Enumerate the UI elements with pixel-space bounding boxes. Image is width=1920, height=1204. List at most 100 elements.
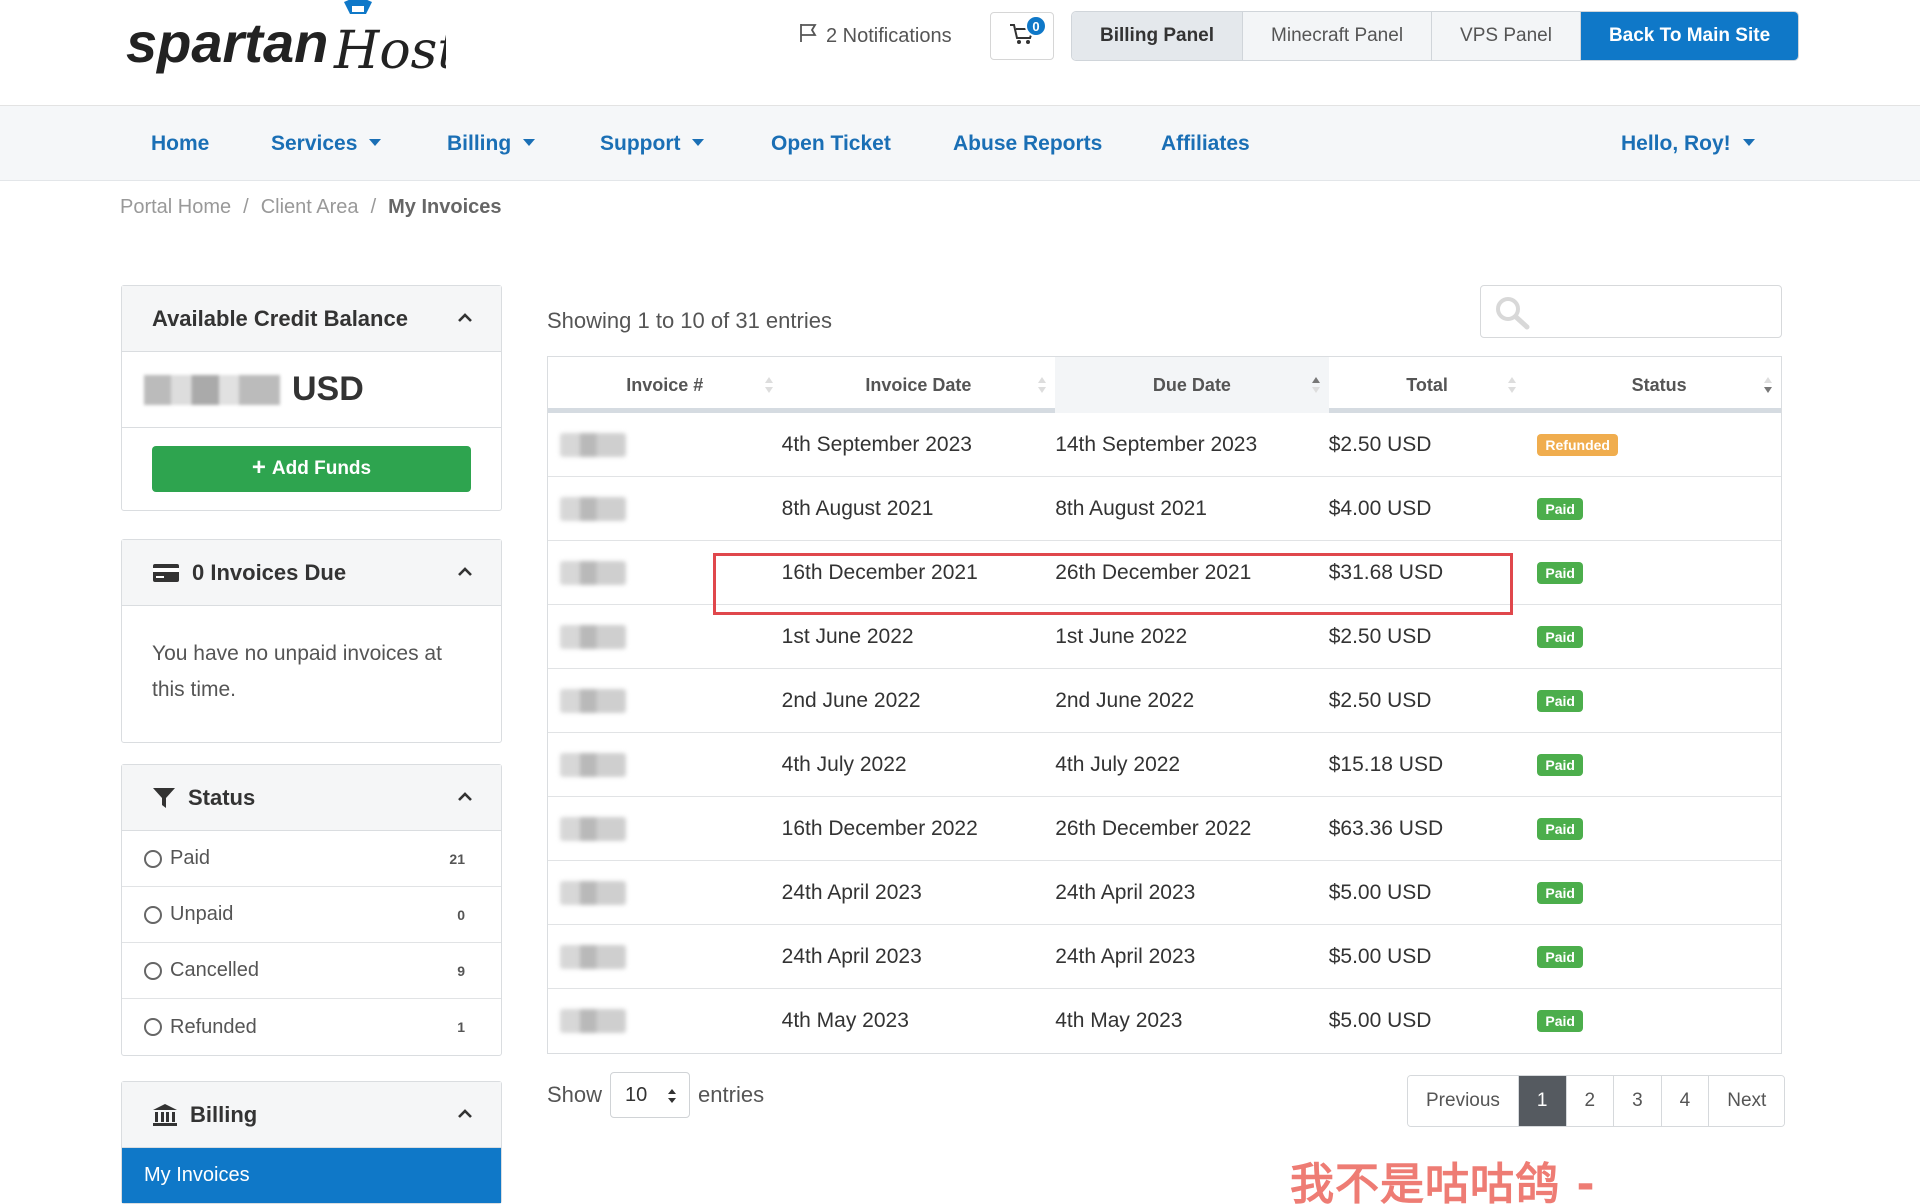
table-row[interactable]: 4th July 2022 4th July 2022 $15.18 USD P… — [548, 733, 1781, 797]
table-row[interactable]: 4th May 2023 4th May 2023 $5.00 USD Paid — [548, 989, 1781, 1053]
billing-panel-button[interactable]: Billing Panel — [1072, 12, 1244, 60]
status-filter-cancelled[interactable]: Cancelled 9 — [122, 943, 501, 999]
nav-billing[interactable]: Billing — [447, 106, 536, 181]
nav-support-label: Support — [600, 131, 681, 155]
table-row[interactable]: 24th April 2023 24th April 2023 $5.00 US… — [548, 925, 1781, 989]
breadcrumb: Portal Home / Client Area / My Invoices — [120, 196, 502, 219]
top-header: spartan Host 2 Notifications 0 Billing P… — [0, 0, 1920, 106]
spartanhost-logo[interactable]: spartan Host — [126, 0, 446, 84]
status-badge: Paid — [1537, 945, 1583, 968]
status-badge: Paid — [1537, 1010, 1583, 1032]
status-filter-unpaid[interactable]: Unpaid 0 — [122, 887, 501, 943]
entries-per-page-value: 10 — [625, 1083, 648, 1106]
column-status[interactable]: Status — [1525, 357, 1781, 413]
table-row[interactable]: 8th August 2021 8th August 2021 $4.00 US… — [548, 477, 1781, 541]
pagination-page-4[interactable]: 4 — [1661, 1076, 1710, 1126]
status-cell: Paid — [1525, 797, 1781, 861]
radio-icon — [144, 1018, 162, 1036]
column-invoice-date[interactable]: Invoice Date — [782, 357, 1056, 413]
back-to-main-site-button[interactable]: Back To Main Site — [1580, 12, 1799, 60]
user-menu[interactable]: Hello, Roy! — [1621, 106, 1755, 181]
pagination: Previous 1 2 3 4 Next — [1407, 1075, 1786, 1127]
nav-home[interactable]: Home — [151, 106, 209, 181]
cart-button[interactable]: 0 — [990, 12, 1054, 60]
status-badge: Paid — [1537, 753, 1583, 776]
status-badge: Paid — [1537, 881, 1583, 904]
nav-home-label: Home — [151, 131, 210, 155]
nav-abuse-reports[interactable]: Abuse Reports — [953, 106, 1102, 181]
due-date-cell: 24th April 2023 — [1055, 944, 1196, 968]
due-date-cell: 24th April 2023 — [1055, 880, 1196, 904]
invoice-date-cell: 4th September 2023 — [781, 432, 972, 456]
status-count: 9 — [457, 962, 465, 979]
total-cell: $63.36 USD — [1328, 816, 1444, 840]
cart-count-badge: 0 — [1025, 15, 1047, 37]
status-badge: Paid — [1537, 689, 1583, 712]
table-row[interactable]: 24th April 2023 24th April 2023 $5.00 US… — [548, 861, 1781, 925]
table-search-input[interactable] — [1480, 285, 1782, 338]
column-total[interactable]: Total — [1329, 357, 1526, 413]
invoices-due-title: 0 Invoices Due — [192, 559, 347, 585]
minecraft-panel-button[interactable]: Minecraft Panel — [1243, 12, 1433, 60]
notifications-link[interactable]: 2 Notifications — [798, 22, 952, 50]
table-row[interactable]: 4th September 2023 14th September 2023 $… — [548, 413, 1781, 477]
column-due-date[interactable]: Due Date — [1055, 357, 1329, 413]
breadcrumb-client-area[interactable]: Client Area — [261, 196, 359, 219]
panel-switcher: Billing Panel Minecraft Panel VPS Panel … — [1071, 11, 1800, 61]
nav-support[interactable]: Support — [600, 106, 705, 181]
due-date-cell: 8th August 2021 — [1055, 496, 1207, 520]
add-funds-label: Add Funds — [271, 458, 372, 479]
status-count: 1 — [457, 1019, 465, 1035]
nav-abuse-reports-label: Abuse Reports — [953, 131, 1103, 155]
total-cell: $5.00 USD — [1328, 1009, 1432, 1032]
total-cell: $5.00 USD — [1328, 880, 1432, 904]
vps-panel-button[interactable]: VPS Panel — [1432, 12, 1581, 60]
invoice-number-cell — [548, 413, 782, 477]
table-header: Invoice # Invoice Date Due Date Total St… — [548, 357, 1781, 413]
filter-icon — [152, 786, 176, 810]
redacted-invoice-number — [560, 816, 626, 841]
breadcrumb-portal-home[interactable]: Portal Home — [120, 196, 231, 219]
redacted-invoice-number — [560, 688, 626, 713]
caret-down-icon — [1742, 139, 1755, 146]
total-cell: $15.18 USD — [1328, 752, 1444, 776]
status-cell: Paid — [1525, 541, 1781, 605]
pagination-next[interactable]: Next — [1709, 1076, 1785, 1126]
invoices-due-header[interactable]: 0 Invoices Due — [122, 540, 501, 606]
due-date-cell: 4th July 2022 — [1055, 752, 1181, 776]
status-label: Refunded — [170, 1015, 257, 1038]
status-cell: Paid — [1525, 605, 1781, 669]
my-invoices-menu-item[interactable]: My Invoices — [122, 1148, 501, 1203]
pagination-page-3[interactable]: 3 — [1614, 1076, 1662, 1126]
column-label: Status — [1631, 374, 1687, 395]
pagination-previous[interactable]: Previous — [1408, 1076, 1519, 1126]
pagination-page-1[interactable]: 1 — [1518, 1076, 1567, 1126]
column-label: Total — [1406, 374, 1448, 395]
nav-affiliates[interactable]: Affiliates — [1161, 106, 1250, 181]
credit-balance-header[interactable]: Available Credit Balance — [122, 286, 501, 352]
status-filter-paid[interactable]: Paid 21 — [122, 831, 501, 887]
breadcrumb-current: My Invoices — [388, 196, 502, 218]
table-row[interactable]: 16th December 2022 26th December 2022 $6… — [548, 797, 1781, 861]
nav-services[interactable]: Services — [271, 106, 382, 181]
nav-open-ticket[interactable]: Open Ticket — [771, 106, 891, 181]
status-filter-header[interactable]: Status — [122, 765, 501, 831]
status-cell: Paid — [1525, 733, 1781, 797]
billing-menu-header[interactable]: Billing — [122, 1082, 501, 1148]
status-filter-refunded[interactable]: Refunded 1 — [122, 999, 501, 1055]
credit-balance-title: Available Credit Balance — [152, 305, 408, 331]
caret-down-icon — [523, 139, 536, 146]
status-filter-card: Status Paid 21 Unpaid 0 Cancelled 9 Refunde… — [121, 764, 502, 1056]
entries-per-page-select[interactable]: 10 — [610, 1072, 691, 1118]
pagination-page-2[interactable]: 2 — [1566, 1076, 1615, 1126]
redacted-invoice-number — [560, 880, 626, 905]
column-invoice-number[interactable]: Invoice # — [548, 357, 782, 413]
status-cell: Paid — [1525, 669, 1781, 733]
column-label: Invoice Date — [865, 374, 972, 395]
table-row[interactable]: 2nd June 2022 2nd June 2022 $2.50 USD Pa… — [548, 669, 1781, 733]
invoice-number-cell — [548, 989, 782, 1053]
status-cell: Paid — [1525, 861, 1781, 925]
add-funds-button[interactable]: + Add Funds — [152, 446, 471, 492]
redacted-invoice-number — [560, 624, 626, 649]
redacted-invoice-number — [560, 496, 626, 521]
